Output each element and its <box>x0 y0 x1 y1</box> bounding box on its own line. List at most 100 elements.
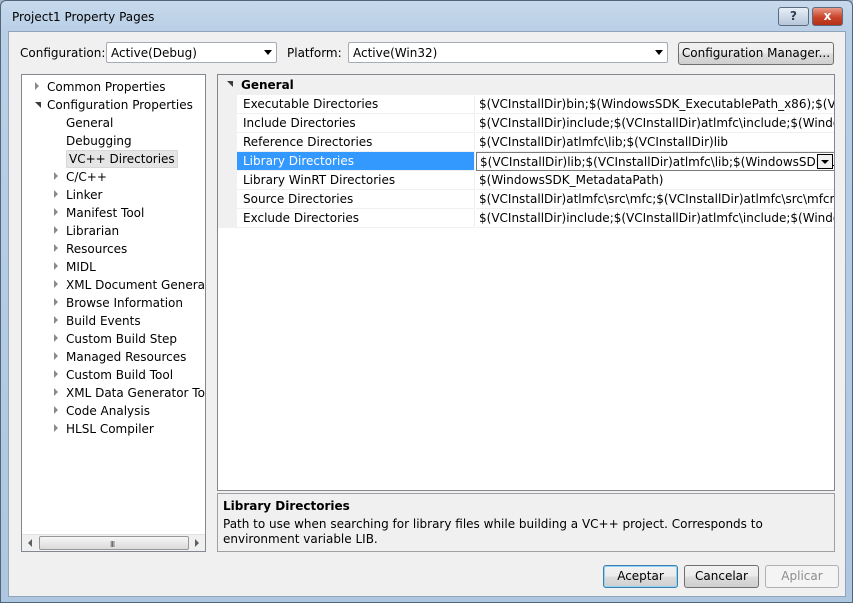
cancel-button[interactable]: Cancelar <box>684 565 759 588</box>
expand-triangle-icon[interactable] <box>227 81 233 87</box>
tree-item[interactable]: Custom Build Step <box>22 330 205 348</box>
tree-item-label: Browse Information <box>66 296 183 310</box>
property-value-text: $(VCInstallDir)atlmfc\src\mfc;$(VCInstal… <box>479 192 834 206</box>
tree-item-label: Managed Resources <box>66 350 187 364</box>
expand-triangle-icon[interactable] <box>35 82 39 90</box>
expand-triangle-icon[interactable] <box>54 406 58 414</box>
tree-item[interactable]: Debugging <box>22 132 205 150</box>
expand-triangle-icon[interactable] <box>54 298 58 306</box>
property-row[interactable]: Exclude Directories $(VCInstallDir)includ… <box>218 209 834 228</box>
tree-item-label: Custom Build Step <box>66 332 178 346</box>
ok-button[interactable]: Aceptar <box>603 565 678 588</box>
expand-triangle-icon[interactable] <box>54 388 58 396</box>
expand-triangle-icon[interactable] <box>54 244 58 252</box>
expand-triangle-icon[interactable] <box>54 334 58 342</box>
property-name[interactable]: Executable Directories <box>237 95 475 114</box>
configuration-label: Configuration: <box>20 46 106 60</box>
scroll-left-icon[interactable] <box>28 539 32 547</box>
property-name[interactable]: Include Directories <box>237 114 475 133</box>
configuration-dropdown[interactable]: Active(Debug) <box>106 42 277 63</box>
property-row[interactable]: Library Directories $(VCInstallDir)lib;$(… <box>218 152 834 171</box>
category-header[interactable]: General <box>218 75 834 95</box>
chevron-down-icon <box>655 50 663 55</box>
property-grid: General Executable Directories $(VCInstal… <box>217 74 835 491</box>
property-value[interactable]: $(VCInstallDir)include;$(VCInstallDir)at… <box>476 114 834 133</box>
tree-item[interactable]: Custom Build Tool <box>22 366 205 384</box>
expand-triangle-icon[interactable] <box>54 370 58 378</box>
property-value[interactable]: $(VCInstallDir)lib;$(VCInstallDir)atlmfc… <box>476 152 835 171</box>
tree-item[interactable]: General <box>22 114 205 132</box>
tree-item[interactable]: Resources <box>22 240 205 258</box>
property-value[interactable]: $(VCInstallDir)atlmfc\lib;$(VCInstallDir… <box>476 133 834 152</box>
property-value[interactable]: $(VCInstallDir)bin;$(WindowsSDK_Executab… <box>476 95 834 114</box>
row-gutter <box>218 152 237 171</box>
property-value[interactable]: $(VCInstallDir)include;$(VCInstallDir)at… <box>476 209 834 228</box>
platform-value: Active(Win32) <box>353 46 438 60</box>
expand-triangle-icon[interactable] <box>54 262 58 270</box>
property-name[interactable]: Library Directories <box>237 152 475 171</box>
close-button[interactable]: x <box>812 7 843 26</box>
expand-triangle-icon[interactable] <box>54 208 58 216</box>
tree-item[interactable]: MIDL <box>22 258 205 276</box>
tree-item-label: VC++ Directories <box>66 150 178 168</box>
tree-item[interactable]: XML Data Generator Tool <box>22 384 205 402</box>
tree-item-label: Resources <box>66 242 128 256</box>
tree-item[interactable]: Browse Information <box>22 294 205 312</box>
property-value-text: $(VCInstallDir)include;$(VCInstallDir)at… <box>479 116 834 130</box>
tree-item[interactable]: Configuration Properties <box>22 96 205 114</box>
property-row[interactable]: Reference Directories $(VCInstallDir)atlm… <box>218 133 834 152</box>
tree-horizontal-scrollbar[interactable]: III <box>22 534 205 551</box>
tree-item-label: MIDL <box>66 260 96 274</box>
property-value-text: $(VCInstallDir)lib;$(VCInstallDir)atlmfc… <box>480 155 835 169</box>
property-name[interactable]: Source Directories <box>237 190 475 209</box>
grip-icon: III <box>110 540 115 549</box>
expand-triangle-icon[interactable] <box>54 316 58 324</box>
row-gutter <box>218 209 237 228</box>
scrollbar-thumb[interactable]: III <box>39 536 189 550</box>
help-button[interactable]: ? <box>778 7 809 26</box>
tree-item-label: XML Data Generator Tool <box>66 386 206 400</box>
expand-triangle-icon[interactable] <box>54 226 58 234</box>
tree-item[interactable]: C/C++ <box>22 168 205 186</box>
apply-button[interactable]: Aplicar <box>765 565 839 588</box>
property-row[interactable]: Executable Directories $(VCInstallDir)bin… <box>218 95 834 114</box>
property-name[interactable]: Reference Directories <box>237 133 475 152</box>
property-pages-window: Project1 Property Pages ? x Configuratio… <box>0 0 853 603</box>
property-value[interactable]: $(WindowsSDK_MetadataPath) <box>476 171 834 190</box>
tree-item[interactable]: Build Events <box>22 312 205 330</box>
property-row[interactable]: Source Directories $(VCInstallDir)atlmfc\… <box>218 190 834 209</box>
property-row[interactable]: Library WinRT Directories $(WindowsSDK_Me… <box>218 171 834 190</box>
tree-item[interactable]: Managed Resources <box>22 348 205 366</box>
tree-item[interactable]: Common Properties <box>22 78 205 96</box>
scroll-right-icon[interactable] <box>195 539 199 547</box>
property-tree[interactable]: Common Properties Configuration Propertie… <box>21 74 206 552</box>
tree-item[interactable]: VC++ Directories <box>22 150 205 168</box>
expand-triangle-icon[interactable] <box>54 352 58 360</box>
tree-item[interactable]: Librarian <box>22 222 205 240</box>
tree-item[interactable]: Manifest Tool <box>22 204 205 222</box>
tree-item[interactable]: HLSL Compiler <box>22 420 205 438</box>
description-title: Library Directories <box>223 499 350 513</box>
collapse-triangle-icon[interactable] <box>35 102 41 108</box>
platform-dropdown[interactable]: Active(Win32) <box>348 42 668 63</box>
dialog-client: Configuration: Active(Debug) Platform: A… <box>8 31 846 597</box>
expand-triangle-icon[interactable] <box>54 280 58 288</box>
tree-item-label: C/C++ <box>66 170 107 184</box>
property-name[interactable]: Exclude Directories <box>237 209 475 228</box>
expand-triangle-icon[interactable] <box>54 424 58 432</box>
property-name[interactable]: Library WinRT Directories <box>237 171 475 190</box>
title-bar[interactable]: Project1 Property Pages ? x <box>1 1 852 31</box>
property-value[interactable]: $(VCInstallDir)atlmfc\src\mfc;$(VCInstal… <box>476 190 834 209</box>
tree-item[interactable]: Code Analysis <box>22 402 205 420</box>
expand-triangle-icon[interactable] <box>54 190 58 198</box>
expand-triangle-icon[interactable] <box>54 172 58 180</box>
tree-item-label: Code Analysis <box>66 404 150 418</box>
tree-item-label: Linker <box>66 188 103 202</box>
tree-item[interactable]: XML Document Generator <box>22 276 205 294</box>
chevron-down-icon[interactable] <box>817 154 833 169</box>
tree-item[interactable]: Linker <box>22 186 205 204</box>
configuration-manager-button[interactable]: Configuration Manager... <box>678 42 834 65</box>
property-row[interactable]: Include Directories $(VCInstallDir)includ… <box>218 114 834 133</box>
property-value-text: $(WindowsSDK_MetadataPath) <box>479 173 664 187</box>
description-panel: Library Directories Path to use when sea… <box>217 493 835 552</box>
